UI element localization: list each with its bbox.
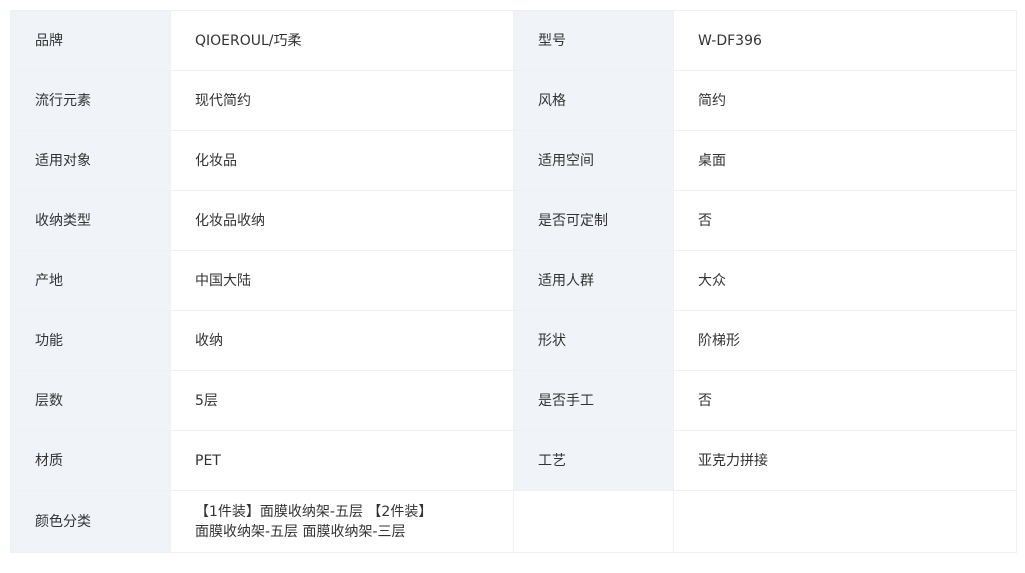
spec-label-storage-type: 收纳类型 <box>10 190 171 251</box>
spec-label-shape: 形状 <box>513 310 674 371</box>
spec-label-target-object: 适用对象 <box>10 130 171 191</box>
spec-label-audience: 适用人群 <box>513 250 674 311</box>
spec-label-color: 颜色分类 <box>10 490 171 553</box>
spec-value-color-line-2: 面膜收纳架-五层 面膜收纳架-三层 <box>195 523 406 540</box>
spec-row-target: 适用对象 化妆品 适用空间 桌面 <box>10 130 1017 191</box>
spec-value-handmade: 否 <box>673 370 1017 431</box>
spec-label-layers: 层数 <box>10 370 171 431</box>
spec-row-function: 功能 收纳 形状 阶梯形 <box>10 310 1017 371</box>
spec-label-material: 材质 <box>10 430 171 491</box>
spec-empty-cell <box>673 490 1017 553</box>
spec-empty-cell <box>513 490 674 553</box>
spec-value-audience: 大众 <box>673 250 1017 311</box>
spec-row-brand: 品牌 QIOEROUL/巧柔 型号 W-DF396 <box>10 10 1017 71</box>
spec-value-brand: QIOEROUL/巧柔 <box>170 10 514 71</box>
spec-row-material: 材质 PET 工艺 亚克力拼接 <box>10 430 1017 491</box>
spec-value-layers: 5层 <box>170 370 514 431</box>
spec-row-color: 颜色分类 【1件装】面膜收纳架-五层 【2件装】 面膜收纳架-五层 面膜收纳架-… <box>10 490 1017 553</box>
spec-label-brand: 品牌 <box>10 10 171 71</box>
spec-value-style: 简约 <box>673 70 1017 131</box>
spec-label-customizable: 是否可定制 <box>513 190 674 251</box>
spec-row-storage: 收纳类型 化妆品收纳 是否可定制 否 <box>10 190 1017 251</box>
spec-value-storage-type: 化妆品收纳 <box>170 190 514 251</box>
spec-value-color: 【1件装】面膜收纳架-五层 【2件装】 面膜收纳架-五层 面膜收纳架-三层 <box>170 490 514 553</box>
spec-value-trend-element: 现代简约 <box>170 70 514 131</box>
spec-row-origin: 产地 中国大陆 适用人群 大众 <box>10 250 1017 311</box>
spec-value-shape: 阶梯形 <box>673 310 1017 371</box>
spec-label-trend-element: 流行元素 <box>10 70 171 131</box>
spec-value-function: 收纳 <box>170 310 514 371</box>
spec-label-origin: 产地 <box>10 250 171 311</box>
spec-value-customizable: 否 <box>673 190 1017 251</box>
spec-label-style: 风格 <box>513 70 674 131</box>
spec-value-space: 桌面 <box>673 130 1017 191</box>
spec-label-handmade: 是否手工 <box>513 370 674 431</box>
spec-value-material: PET <box>170 430 514 491</box>
spec-value-target-object: 化妆品 <box>170 130 514 191</box>
spec-value-color-line-1: 【1件装】面膜收纳架-五层 【2件装】 <box>195 503 433 520</box>
spec-value-origin: 中国大陆 <box>170 250 514 311</box>
spec-label-function: 功能 <box>10 310 171 371</box>
spec-label-model: 型号 <box>513 10 674 71</box>
spec-label-craft: 工艺 <box>513 430 674 491</box>
spec-value-craft: 亚克力拼接 <box>673 430 1017 491</box>
spec-label-space: 适用空间 <box>513 130 674 191</box>
spec-value-model: W-DF396 <box>673 10 1017 71</box>
product-spec-table: 品牌 QIOEROUL/巧柔 型号 W-DF396 流行元素 现代简约 风格 简… <box>10 10 1017 553</box>
spec-row-trend: 流行元素 现代简约 风格 简约 <box>10 70 1017 131</box>
spec-row-layers: 层数 5层 是否手工 否 <box>10 370 1017 431</box>
